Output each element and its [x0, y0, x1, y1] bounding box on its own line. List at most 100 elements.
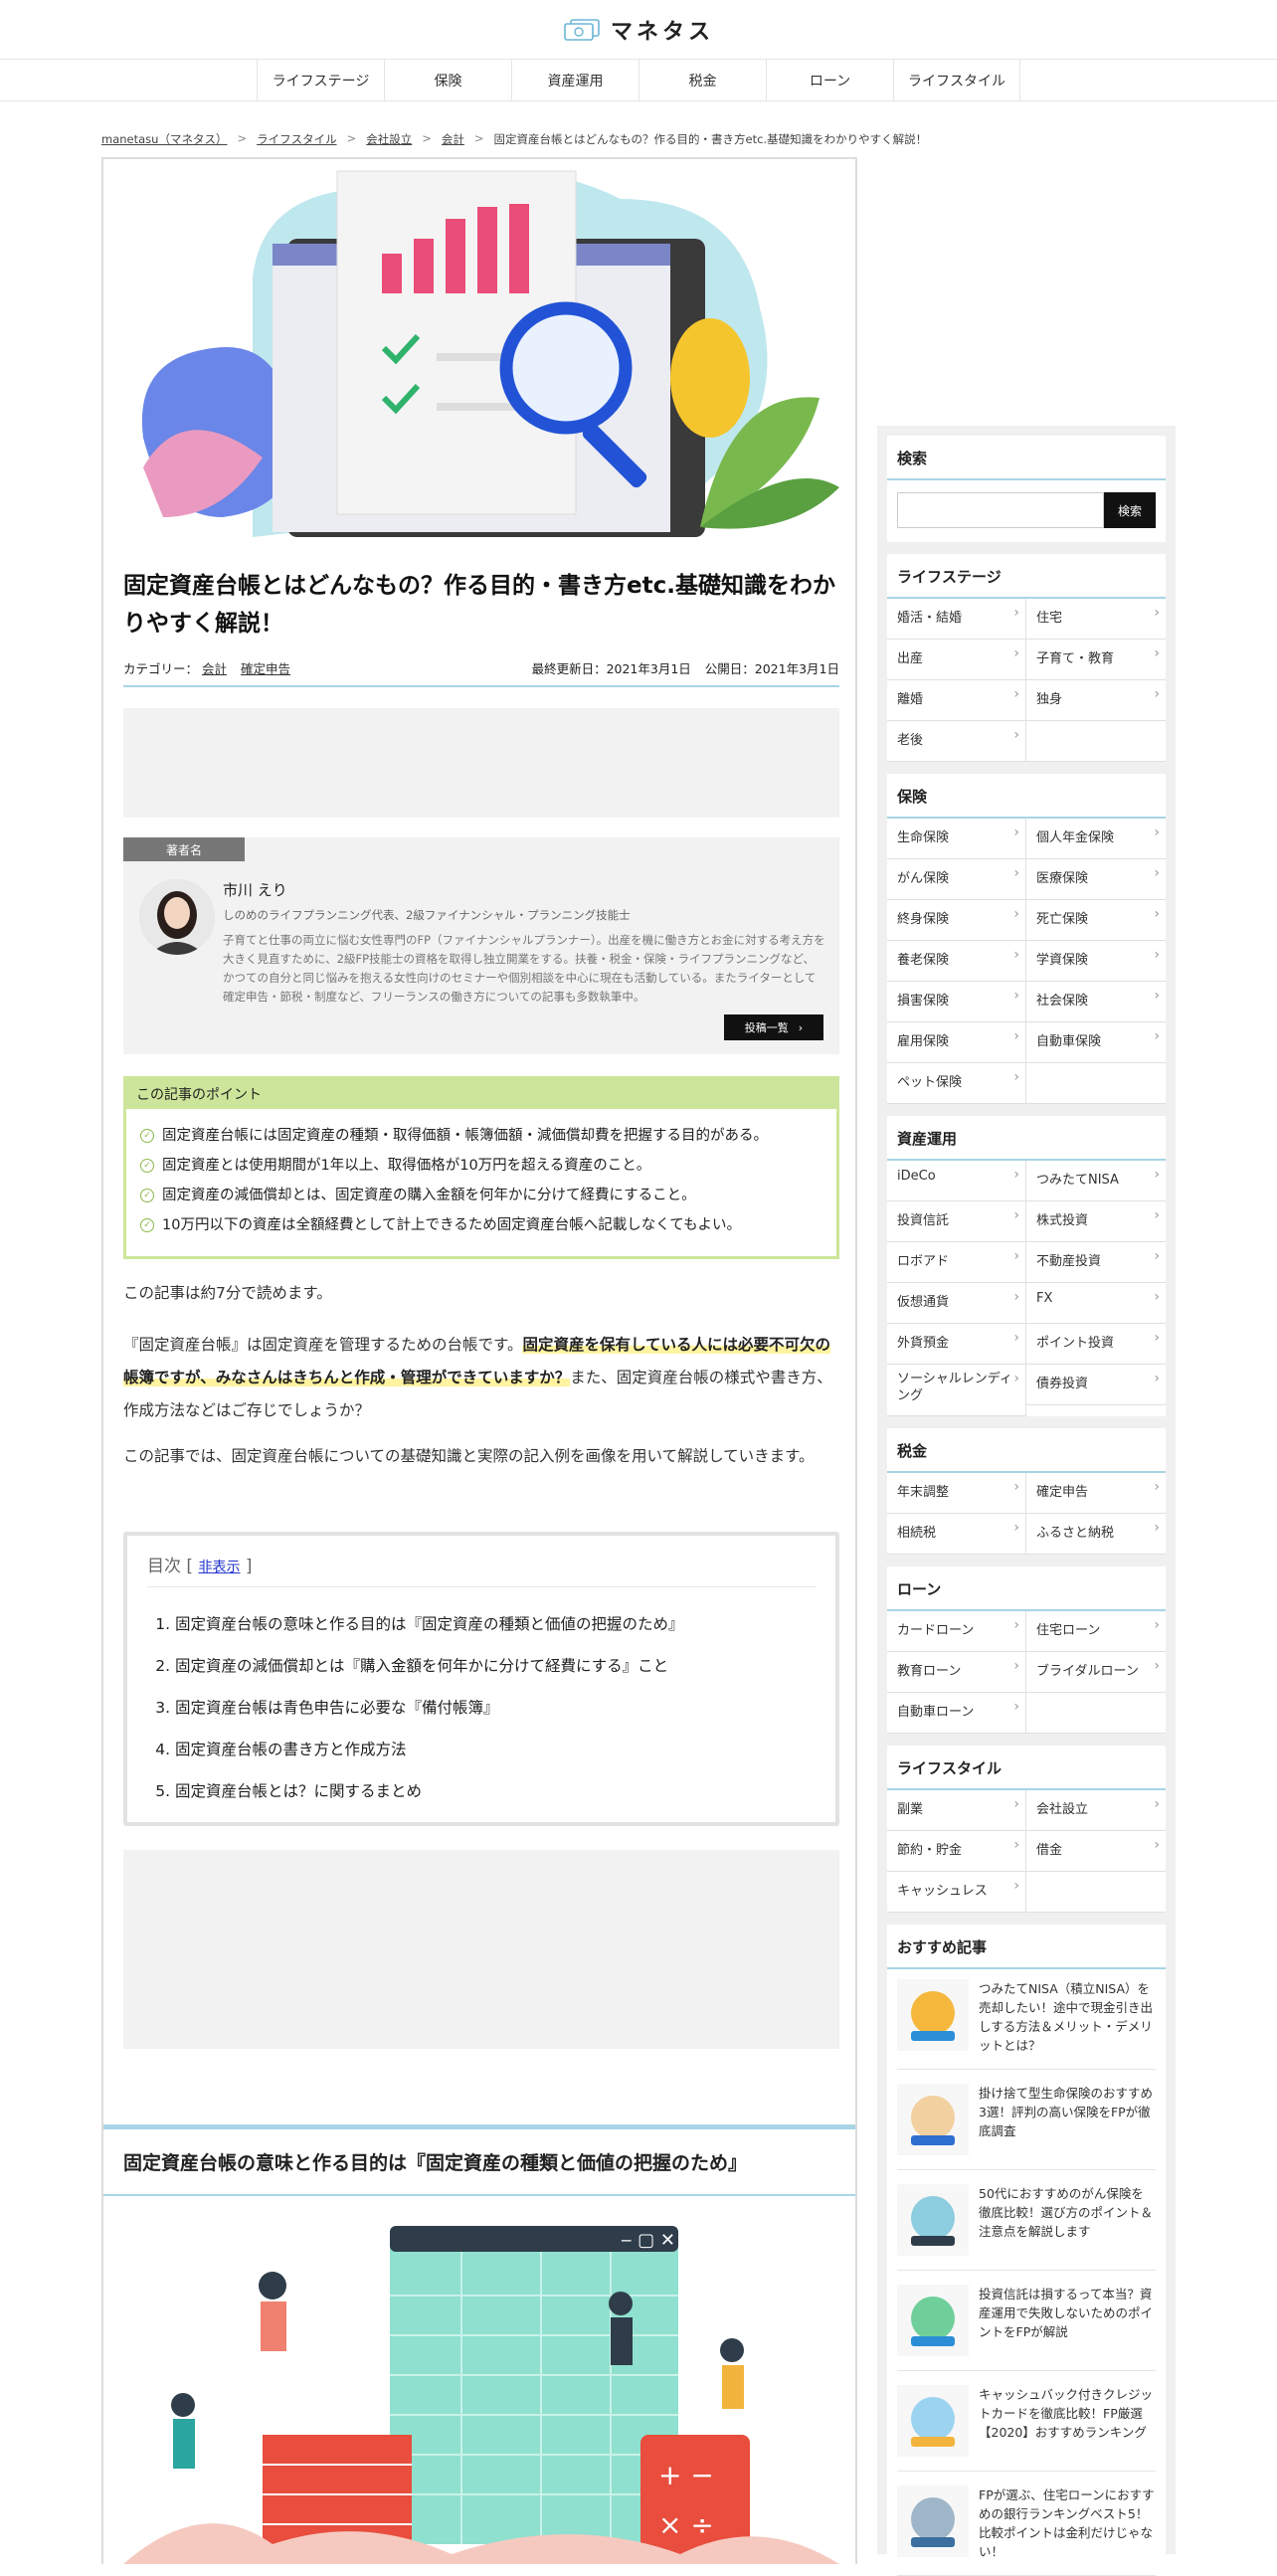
article-thumbnail[interactable]	[897, 2485, 969, 2557]
recommended-article-title[interactable]: FPが選ぶ、住宅ローンにおすすめの銀行ランキングベスト5！比較ポイントは金利だけ…	[979, 2485, 1156, 2561]
toc-item[interactable]: 固定資産台帳の書き方と作成方法	[175, 1729, 816, 1770]
author-role: しのめのライフプランニング代表、2級ファイナンシャル・プランニング技能士	[223, 908, 631, 922]
recommended-article-title[interactable]: キャッシュバック付きクレジットカードを徹底比較！FP厳選【2020】おすすめラン…	[979, 2385, 1156, 2457]
sidebar-category-link[interactable]: がん保険	[887, 859, 1026, 900]
recommended-article[interactable]: 掛け捨て型生命保険のおすすめ3選！評判の高い保険をFPが徹底調査	[897, 2084, 1156, 2170]
toc-toggle-link[interactable]: 非表示	[198, 1560, 240, 1575]
money-logo-icon[interactable]	[563, 18, 601, 41]
sidebar-category-link[interactable]: ロボアド	[887, 1242, 1026, 1283]
sidebar-category-link[interactable]: 独身	[1026, 680, 1166, 721]
article-thumbnail[interactable]	[897, 2385, 969, 2457]
toc-item[interactable]: 固定資産台帳は青色申告に必要な『備付帳簿』	[175, 1687, 816, 1729]
sidebar-category-link[interactable]: FX	[1026, 1283, 1166, 1324]
author-tag: 著者名	[123, 837, 245, 861]
article-thumbnail[interactable]	[897, 2184, 969, 2256]
sidebar-category-link[interactable]: ペット保険	[887, 1063, 1026, 1104]
sidebar-category-link[interactable]: 株式投資	[1026, 1201, 1166, 1242]
sidebar-category-link[interactable]: 老後	[887, 721, 1026, 762]
widget-title: 検索	[887, 436, 1166, 480]
sidebar-category-link[interactable]: 借金	[1026, 1831, 1166, 1872]
sidebar-category-link[interactable]: 教育ローン	[887, 1652, 1026, 1693]
breadcrumb-accounting[interactable]: 会計	[442, 131, 464, 147]
article-thumbnail[interactable]	[897, 1979, 969, 2051]
author-name[interactable]: 市川 えり	[223, 879, 287, 900]
avatar	[139, 879, 215, 955]
recommended-article[interactable]: FPが選ぶ、住宅ローンにおすすめの銀行ランキングベスト5！比較ポイントは金利だけ…	[897, 2485, 1156, 2576]
sidebar-category-link[interactable]: 終身保険	[887, 900, 1026, 941]
breadcrumb-lifestyle[interactable]: ライフスタイル	[257, 131, 337, 147]
article-thumbnail[interactable]	[897, 2285, 969, 2356]
sidebar-category-link[interactable]: 副業	[887, 1790, 1026, 1831]
recommended-article-title[interactable]: 50代におすすめのがん保険を徹底比較！選び方のポイント＆注意点を解説します	[979, 2184, 1156, 2256]
nav-item-lifestyle[interactable]: ライフスタイル	[893, 60, 1020, 100]
sidebar-category-link[interactable]: 死亡保険	[1026, 900, 1166, 941]
sidebar-category-link[interactable]: 個人年金保険	[1026, 819, 1166, 859]
sidebar-category-link[interactable]: 学資保険	[1026, 941, 1166, 982]
breadcrumb-separator: >	[237, 131, 248, 145]
recommended-article[interactable]: つみたてNISA（積立NISA）を売却したい！途中で現金引き出しする方法＆メリッ…	[897, 1979, 1156, 2070]
intro-text: 『固定資産台帳』は固定資産を管理するための台帳です。	[123, 1336, 523, 1354]
recommended-article[interactable]: 50代におすすめのがん保険を徹底比較！選び方のポイント＆注意点を解説します	[897, 2184, 1156, 2271]
sidebar-category-link[interactable]: ブライダルローン	[1026, 1652, 1166, 1693]
sidebar-category-link[interactable]: 確定申告	[1026, 1473, 1166, 1514]
check-circle-icon: ✓	[140, 1159, 154, 1173]
sidebar-category-link[interactable]: 離婚	[887, 680, 1026, 721]
sidebar-category-link[interactable]: 外貨預金	[887, 1324, 1026, 1365]
sidebar-category-link[interactable]: 住宅	[1026, 599, 1166, 640]
sidebar-category-link[interactable]: 仮想通貨	[887, 1283, 1026, 1324]
sidebar-category-link[interactable]: つみたてNISA	[1026, 1161, 1166, 1201]
sidebar-category-link[interactable]: 投資信託	[887, 1201, 1026, 1242]
nav-item-tax[interactable]: 税金	[638, 60, 766, 100]
sidebar-category-link[interactable]: ソーシャルレンディング	[887, 1365, 1026, 1416]
sidebar-category-link[interactable]: 医療保険	[1026, 859, 1166, 900]
sidebar-category-link[interactable]: 節約・貯金	[887, 1831, 1026, 1872]
sidebar-category-link[interactable]: 養老保険	[887, 941, 1026, 982]
sidebar-category-link[interactable]: iDeCo	[887, 1161, 1026, 1201]
recommended-article-title[interactable]: 掛け捨て型生命保険のおすすめ3選！評判の高い保険をFPが徹底調査	[979, 2084, 1156, 2155]
sidebar-category-link[interactable]: 出産	[887, 640, 1026, 680]
widget-title: ライフスタイル	[887, 1746, 1166, 1790]
intro-paragraph-2: この記事では、固定資産台帳についての基礎知識と実際の記入例を画像を用いて解説して…	[123, 1447, 815, 1465]
sidebar-category-link[interactable]: 損害保険	[887, 982, 1026, 1022]
site-logo[interactable]: マネタス	[611, 14, 714, 46]
sidebar-category-link[interactable]: 不動産投資	[1026, 1242, 1166, 1283]
recommended-article-title[interactable]: 投資信託は損するって本当？資産運用で失敗しないためのポイントをFPが解説	[979, 2285, 1156, 2356]
toc-item[interactable]: 固定資産台帳の意味と作る目的は『固定資産の種類と価値の把握のため』	[175, 1603, 816, 1645]
sidebar-category-link[interactable]: 相続税	[887, 1514, 1026, 1555]
sidebar-category-link[interactable]: 雇用保険	[887, 1022, 1026, 1063]
sidebar-category-link[interactable]: カードローン	[887, 1611, 1026, 1652]
recommended-article-title[interactable]: つみたてNISA（積立NISA）を売却したい！途中で現金引き出しする方法＆メリッ…	[979, 1979, 1156, 2055]
sidebar-category-link[interactable]: ポイント投資	[1026, 1324, 1166, 1365]
search-input[interactable]	[897, 492, 1104, 528]
nav-item-loan[interactable]: ローン	[766, 60, 893, 100]
sidebar-category-link[interactable]: 会社設立	[1026, 1790, 1166, 1831]
category-widget-tax: 税金年末調整確定申告相続税ふるさと納税	[887, 1428, 1166, 1555]
nav-item-investment[interactable]: 資産運用	[511, 60, 638, 100]
sidebar-category-link[interactable]: 住宅ローン	[1026, 1611, 1166, 1652]
nav-item-insurance[interactable]: 保険	[384, 60, 511, 100]
sidebar-category-link[interactable]: 自動車保険	[1026, 1022, 1166, 1063]
search-button[interactable]: 検索	[1104, 492, 1156, 528]
sidebar-category-link[interactable]: 社会保険	[1026, 982, 1166, 1022]
toc-item[interactable]: 固定資産台帳とは？に関するまとめ	[175, 1770, 816, 1812]
article-thumbnail[interactable]	[897, 2084, 969, 2155]
sidebar-category-link[interactable]: 婚活・結婚	[887, 599, 1026, 640]
sidebar-category-link[interactable]: キャッシュレス	[887, 1872, 1026, 1913]
category-link-tax-return[interactable]: 確定申告	[241, 661, 290, 676]
category-widget-loan: ローンカードローン住宅ローン教育ローンブライダルローン自動車ローン	[887, 1566, 1166, 1734]
nav-item-lifestage[interactable]: ライフステージ	[257, 60, 384, 100]
sidebar-category-link[interactable]: 自動車ローン	[887, 1693, 1026, 1734]
sidebar-category-link[interactable]: 子育て・教育	[1026, 640, 1166, 680]
point-text: 固定資産台帳には固定資産の種類・取得価額・帳簿価額・減価償却費を把握する目的があ…	[162, 1128, 768, 1144]
category-link-accounting[interactable]: 会計	[202, 661, 227, 676]
toc-item[interactable]: 固定資産の減価償却とは『購入金額を何年かに分けて経費にする』こと	[175, 1645, 816, 1687]
breadcrumb-company[interactable]: 会社設立	[366, 131, 412, 147]
recommended-article[interactable]: キャッシュバック付きクレジットカードを徹底比較！FP厳選【2020】おすすめラン…	[897, 2385, 1156, 2472]
breadcrumb-home[interactable]: manetasu（マネタス）	[101, 131, 227, 147]
sidebar-category-link[interactable]: 債券投資	[1026, 1365, 1166, 1405]
author-posts-button[interactable]: 投稿一覧 ›	[724, 1014, 823, 1040]
sidebar-category-link[interactable]: ふるさと納税	[1026, 1514, 1166, 1555]
sidebar-category-link[interactable]: 生命保険	[887, 819, 1026, 859]
recommended-article[interactable]: 投資信託は損するって本当？資産運用で失敗しないためのポイントをFPが解説	[897, 2285, 1156, 2371]
sidebar-category-link[interactable]: 年末調整	[887, 1473, 1026, 1514]
